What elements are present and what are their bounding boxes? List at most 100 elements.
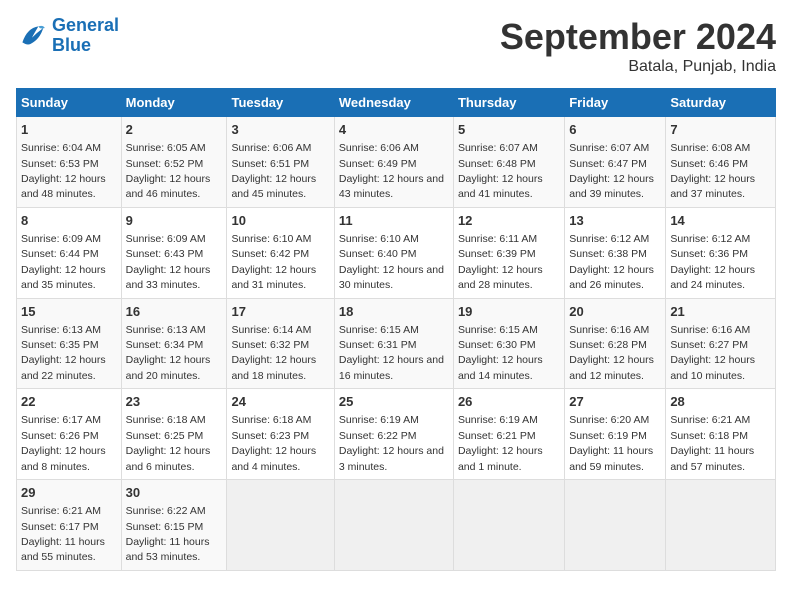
- calendar-cell: 19 Sunrise: 6:15 AMSunset: 6:30 PMDayligh…: [453, 298, 564, 389]
- calendar-table: SundayMondayTuesdayWednesdayThursdayFrid…: [16, 88, 776, 571]
- calendar-week-row: 29 Sunrise: 6:21 AMSunset: 6:17 PMDayligh…: [17, 480, 776, 571]
- day-number: 16: [126, 303, 223, 321]
- calendar-cell: 14 Sunrise: 6:12 AMSunset: 6:36 PMDayligh…: [666, 207, 776, 298]
- cell-content: Sunrise: 6:10 AMSunset: 6:40 PMDaylight:…: [339, 233, 444, 291]
- day-number: 6: [569, 121, 661, 139]
- day-number: 27: [569, 393, 661, 411]
- day-number: 12: [458, 212, 560, 230]
- day-number: 24: [231, 393, 329, 411]
- calendar-cell: 2 Sunrise: 6:05 AMSunset: 6:52 PMDaylight…: [121, 117, 227, 208]
- calendar-cell: [334, 480, 453, 571]
- calendar-cell: 28Sunrise: 6:21 AMSunset: 6:18 PMDayligh…: [666, 389, 776, 480]
- calendar-cell: 22 Sunrise: 6:17 AMSunset: 6:26 PMDayligh…: [17, 389, 122, 480]
- day-number: 21: [670, 303, 771, 321]
- calendar-cell: 15 Sunrise: 6:13 AMSunset: 6:35 PMDayligh…: [17, 298, 122, 389]
- day-number: 28: [670, 393, 771, 411]
- logo-text: General Blue: [52, 16, 119, 56]
- cell-content: Sunrise: 6:22 AMSunset: 6:15 PMDaylight:…: [126, 505, 210, 563]
- calendar-cell: 12 Sunrise: 6:11 AMSunset: 6:39 PMDayligh…: [453, 207, 564, 298]
- cell-content: Sunrise: 6:10 AMSunset: 6:42 PMDaylight:…: [231, 233, 316, 291]
- calendar-cell: [666, 480, 776, 571]
- calendar-cell: 8Sunrise: 6:09 AMSunset: 6:44 PMDaylight…: [17, 207, 122, 298]
- calendar-cell: 23 Sunrise: 6:18 AMSunset: 6:25 PMDayligh…: [121, 389, 227, 480]
- cell-content: Sunrise: 6:06 AMSunset: 6:49 PMDaylight:…: [339, 142, 444, 200]
- calendar-cell: 27 Sunrise: 6:20 AMSunset: 6:19 PMDayligh…: [565, 389, 666, 480]
- cell-content: Sunrise: 6:13 AMSunset: 6:35 PMDaylight:…: [21, 324, 106, 382]
- day-number: 17: [231, 303, 329, 321]
- month-title: September 2024: [500, 16, 776, 58]
- day-number: 29: [21, 484, 117, 502]
- cell-content: Sunrise: 6:14 AMSunset: 6:32 PMDaylight:…: [231, 324, 316, 382]
- calendar-cell: [565, 480, 666, 571]
- cell-content: Sunrise: 6:06 AMSunset: 6:51 PMDaylight:…: [231, 142, 316, 200]
- day-number: 25: [339, 393, 449, 411]
- cell-content: Sunrise: 6:04 AMSunset: 6:53 PMDaylight:…: [21, 142, 106, 200]
- calendar-cell: 11 Sunrise: 6:10 AMSunset: 6:40 PMDayligh…: [334, 207, 453, 298]
- cell-content: Sunrise: 6:11 AMSunset: 6:39 PMDaylight:…: [458, 233, 543, 291]
- cell-content: Sunrise: 6:13 AMSunset: 6:34 PMDaylight:…: [126, 324, 211, 382]
- day-number: 11: [339, 212, 449, 230]
- calendar-header-row: SundayMondayTuesdayWednesdayThursdayFrid…: [17, 89, 776, 117]
- calendar-cell: 24Sunrise: 6:18 AMSunset: 6:23 PMDayligh…: [227, 389, 334, 480]
- calendar-cell: 9 Sunrise: 6:09 AMSunset: 6:43 PMDaylight…: [121, 207, 227, 298]
- cell-content: Sunrise: 6:12 AMSunset: 6:36 PMDaylight:…: [670, 233, 755, 291]
- calendar-cell: 26 Sunrise: 6:19 AMSunset: 6:21 PMDayligh…: [453, 389, 564, 480]
- calendar-cell: 30 Sunrise: 6:22 AMSunset: 6:15 PMDayligh…: [121, 480, 227, 571]
- day-number: 30: [126, 484, 223, 502]
- calendar-cell: 1Sunrise: 6:04 AMSunset: 6:53 PMDaylight…: [17, 117, 122, 208]
- day-number: 26: [458, 393, 560, 411]
- calendar-cell: 5 Sunrise: 6:07 AMSunset: 6:48 PMDaylight…: [453, 117, 564, 208]
- calendar-cell: 13Sunrise: 6:12 AMSunset: 6:38 PMDayligh…: [565, 207, 666, 298]
- day-header-friday: Friday: [565, 89, 666, 117]
- day-number: 15: [21, 303, 117, 321]
- calendar-week-row: 8Sunrise: 6:09 AMSunset: 6:44 PMDaylight…: [17, 207, 776, 298]
- logo: General Blue: [16, 16, 119, 56]
- day-header-monday: Monday: [121, 89, 227, 117]
- cell-content: Sunrise: 6:09 AMSunset: 6:43 PMDaylight:…: [126, 233, 211, 291]
- day-number: 22: [21, 393, 117, 411]
- cell-content: Sunrise: 6:18 AMSunset: 6:25 PMDaylight:…: [126, 414, 211, 472]
- calendar-cell: 21 Sunrise: 6:16 AMSunset: 6:27 PMDayligh…: [666, 298, 776, 389]
- calendar-week-row: 1Sunrise: 6:04 AMSunset: 6:53 PMDaylight…: [17, 117, 776, 208]
- cell-content: Sunrise: 6:21 AMSunset: 6:17 PMDaylight:…: [21, 505, 105, 563]
- calendar-cell: 16 Sunrise: 6:13 AMSunset: 6:34 PMDayligh…: [121, 298, 227, 389]
- calendar-cell: [453, 480, 564, 571]
- day-number: 2: [126, 121, 223, 139]
- cell-content: Sunrise: 6:15 AMSunset: 6:30 PMDaylight:…: [458, 324, 543, 382]
- day-number: 10: [231, 212, 329, 230]
- day-number: 23: [126, 393, 223, 411]
- day-number: 9: [126, 212, 223, 230]
- calendar-cell: 18Sunrise: 6:15 AMSunset: 6:31 PMDayligh…: [334, 298, 453, 389]
- cell-content: Sunrise: 6:19 AMSunset: 6:21 PMDaylight:…: [458, 414, 543, 472]
- day-number: 3: [231, 121, 329, 139]
- day-number: 4: [339, 121, 449, 139]
- day-number: 20: [569, 303, 661, 321]
- day-number: 5: [458, 121, 560, 139]
- calendar-week-row: 22 Sunrise: 6:17 AMSunset: 6:26 PMDayligh…: [17, 389, 776, 480]
- calendar-cell: 17 Sunrise: 6:14 AMSunset: 6:32 PMDayligh…: [227, 298, 334, 389]
- cell-content: Sunrise: 6:08 AMSunset: 6:46 PMDaylight:…: [670, 142, 755, 200]
- cell-content: Sunrise: 6:15 AMSunset: 6:31 PMDaylight:…: [339, 324, 444, 382]
- day-header-tuesday: Tuesday: [227, 89, 334, 117]
- calendar-cell: 7Sunrise: 6:08 AMSunset: 6:46 PMDaylight…: [666, 117, 776, 208]
- calendar-cell: 4 Sunrise: 6:06 AMSunset: 6:49 PMDaylight…: [334, 117, 453, 208]
- day-number: 19: [458, 303, 560, 321]
- day-number: 13: [569, 212, 661, 230]
- day-header-thursday: Thursday: [453, 89, 564, 117]
- cell-content: Sunrise: 6:07 AMSunset: 6:48 PMDaylight:…: [458, 142, 543, 200]
- cell-content: Sunrise: 6:16 AMSunset: 6:27 PMDaylight:…: [670, 324, 755, 382]
- calendar-cell: 29 Sunrise: 6:21 AMSunset: 6:17 PMDayligh…: [17, 480, 122, 571]
- calendar-cell: 20 Sunrise: 6:16 AMSunset: 6:28 PMDayligh…: [565, 298, 666, 389]
- cell-content: Sunrise: 6:20 AMSunset: 6:19 PMDaylight:…: [569, 414, 653, 472]
- day-number: 14: [670, 212, 771, 230]
- cell-content: Sunrise: 6:19 AMSunset: 6:22 PMDaylight:…: [339, 414, 444, 472]
- cell-content: Sunrise: 6:07 AMSunset: 6:47 PMDaylight:…: [569, 142, 654, 200]
- page-header: General Blue September 2024 Batala, Punj…: [16, 16, 776, 76]
- cell-content: Sunrise: 6:17 AMSunset: 6:26 PMDaylight:…: [21, 414, 106, 472]
- cell-content: Sunrise: 6:05 AMSunset: 6:52 PMDaylight:…: [126, 142, 211, 200]
- calendar-week-row: 15 Sunrise: 6:13 AMSunset: 6:35 PMDayligh…: [17, 298, 776, 389]
- calendar-cell: 10 Sunrise: 6:10 AMSunset: 6:42 PMDayligh…: [227, 207, 334, 298]
- calendar-cell: 25 Sunrise: 6:19 AMSunset: 6:22 PMDayligh…: [334, 389, 453, 480]
- cell-content: Sunrise: 6:16 AMSunset: 6:28 PMDaylight:…: [569, 324, 654, 382]
- calendar-cell: 3 Sunrise: 6:06 AMSunset: 6:51 PMDaylight…: [227, 117, 334, 208]
